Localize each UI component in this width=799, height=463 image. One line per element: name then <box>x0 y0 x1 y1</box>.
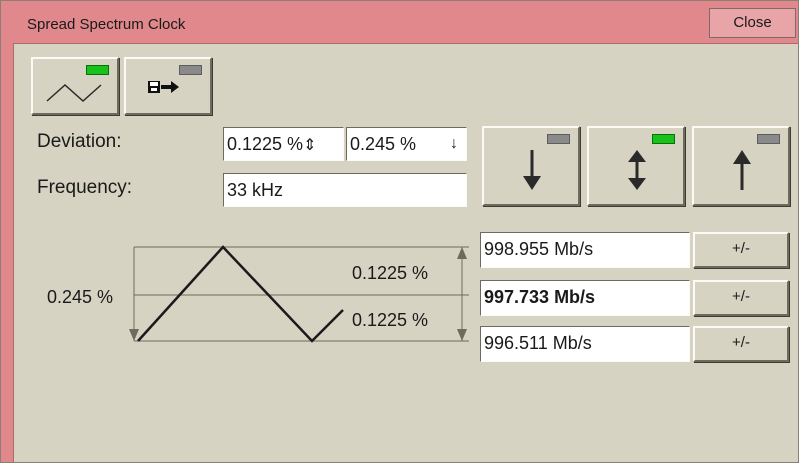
arrow-up-icon <box>733 150 751 190</box>
arrow-updown-icon <box>628 150 646 190</box>
led-on-indicator <box>652 134 675 144</box>
rate-lower-field[interactable]: 996.511 Mb/s <box>480 326 690 362</box>
rate-center-field[interactable]: 997.733 Mb/s <box>480 280 690 316</box>
window-title: Spread Spectrum Clock <box>27 16 186 33</box>
up-spread-button[interactable] <box>692 126 790 206</box>
rate-center-value: 997.733 Mb/s <box>484 287 596 307</box>
diagram-left-label: 0.245 % <box>47 287 113 307</box>
updown-arrow-icon: ⇕ <box>303 137 317 154</box>
led-off-indicator <box>757 134 780 144</box>
frequency-value: 33 kHz <box>227 180 284 200</box>
arrow-down-icon <box>523 150 541 190</box>
deviation-center-value: 0.1225 % <box>227 134 304 154</box>
deviation-label: Deviation: <box>37 131 122 152</box>
rate-upper-field[interactable]: 998.955 Mb/s <box>480 232 690 268</box>
arrow-down-small-icon: ↓ <box>450 135 458 152</box>
frequency-label: Frequency: <box>37 177 133 198</box>
rate-upper-value: 998.955 Mb/s <box>484 239 594 259</box>
deviation-down-field[interactable]: 0.245 % ↓ <box>346 127 467 161</box>
frequency-field[interactable]: 33 kHz <box>223 173 467 207</box>
deviation-center-field[interactable]: 0.1225 %⇕ <box>223 127 344 161</box>
close-button[interactable]: Close <box>709 8 796 38</box>
led-off-indicator <box>179 65 202 75</box>
rate-lower-value: 996.511 Mb/s <box>484 333 592 353</box>
led-off-indicator <box>547 134 570 144</box>
diagram-upper-right-label: 0.1225 % <box>352 263 428 283</box>
rate-center-adjust-button[interactable]: +/- <box>693 280 789 316</box>
led-on-indicator <box>86 65 109 75</box>
down-spread-button[interactable] <box>482 126 580 206</box>
triangle-wave-icon <box>46 83 102 103</box>
center-spread-button[interactable] <box>587 126 685 206</box>
rate-lower-adjust-button[interactable]: +/- <box>693 326 789 362</box>
spread-spectrum-clock-window: Spread Spectrum Clock Close Deviation: 0… <box>0 0 799 463</box>
deviation-down-value: 0.245 % <box>350 134 417 154</box>
diagram-lower-right-label: 0.1225 % <box>352 310 428 330</box>
save-button[interactable] <box>124 57 212 115</box>
title-bar[interactable]: Spread Spectrum Clock Close <box>13 1 798 44</box>
save-to-disk-icon <box>148 81 179 93</box>
spread-profile-diagram: 0.245 % 0.1225 % 0.1225 % <box>45 245 469 343</box>
rate-upper-adjust-button[interactable]: +/- <box>693 232 789 268</box>
waveform-button[interactable] <box>31 57 119 115</box>
